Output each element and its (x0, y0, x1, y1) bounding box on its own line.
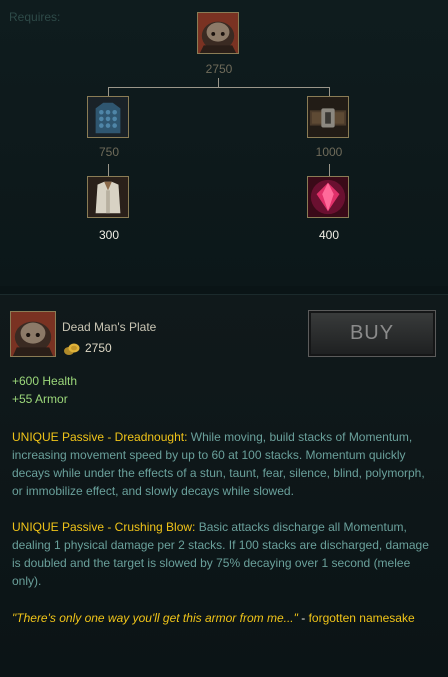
stat-armor: +55 Armor (12, 392, 68, 406)
quote-dash: - (301, 611, 306, 625)
tree-connector (329, 87, 330, 96)
mid-right-price: 1000 (315, 145, 343, 159)
dead-mans-plate-icon (10, 311, 56, 357)
passive-dreadnought: UNIQUE Passive - Dreadnought: While movi… (12, 428, 436, 500)
giants-belt-icon[interactable] (307, 96, 349, 138)
flavor-quote: "There's only one way you'll get this ar… (12, 609, 436, 627)
item-name: Dead Man's Plate (62, 320, 157, 334)
cloth-armor-icon[interactable] (87, 176, 129, 218)
tree-connector (108, 164, 109, 176)
passive-dreadnought-label: UNIQUE Passive - Dreadnought: (12, 430, 188, 444)
chain-vest-icon[interactable] (87, 96, 129, 138)
ruby-crystal-icon[interactable] (307, 176, 349, 218)
requires-label: Requires: (9, 10, 61, 24)
stat-health: +600 Health (12, 374, 78, 388)
passive-crushing-blow-label: UNIQUE Passive - Crushing Blow: (12, 520, 196, 534)
tree-connector (218, 78, 219, 87)
mid-left-price: 750 (98, 145, 120, 159)
quote-text: "There's only one way you'll get this ar… (12, 611, 298, 625)
buy-button[interactable]: BUY (308, 310, 436, 357)
dead-mans-plate-icon[interactable] (197, 12, 239, 54)
leaf-right-price: 400 (318, 228, 340, 242)
gold-coins-icon (64, 343, 80, 355)
tree-connector (108, 87, 109, 96)
item-cost: 2750 (85, 341, 112, 355)
leaf-left-price: 300 (98, 228, 120, 242)
quote-attribution: forgotten namesake (308, 611, 415, 625)
tree-connector (108, 87, 330, 88)
passive-crushing-blow: UNIQUE Passive - Crushing Blow: Basic at… (12, 518, 436, 590)
tree-connector (329, 164, 330, 176)
root-price: 2750 (205, 62, 233, 76)
